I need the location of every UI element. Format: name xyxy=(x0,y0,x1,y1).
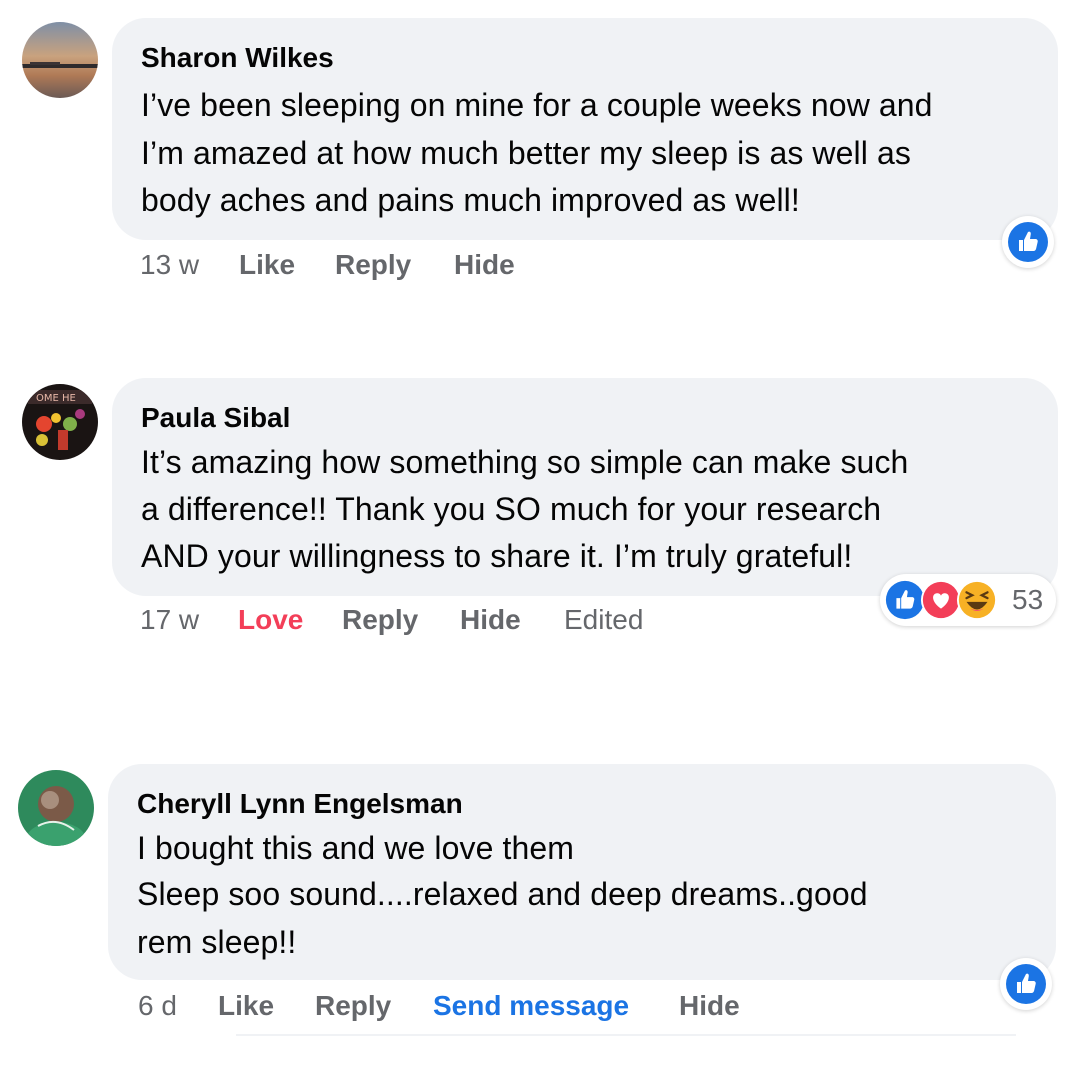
love-button[interactable]: Love xyxy=(238,604,303,636)
comment-author[interactable]: Sharon Wilkes xyxy=(141,42,334,74)
comment-text-line: a difference!! Thank you SO much for you… xyxy=(141,491,882,527)
avatar[interactable] xyxy=(22,22,98,98)
hide-button[interactable]: Hide xyxy=(460,604,521,636)
comment-text-line: I bought this and we love them xyxy=(137,830,575,866)
reply-button[interactable]: Reply xyxy=(335,249,411,281)
comment-text-line: I’ve been sleeping on mine for a couple … xyxy=(141,87,933,123)
hide-button[interactable]: Hide xyxy=(679,990,740,1022)
divider xyxy=(236,1034,1016,1036)
comment-actions: 13 w Like Reply Hide xyxy=(0,249,1080,289)
comment-author[interactable]: Paula Sibal xyxy=(141,402,290,434)
send-message-button[interactable]: Send message xyxy=(433,990,629,1022)
comment-text-line: rem sleep!! xyxy=(137,924,297,960)
reply-button[interactable]: Reply xyxy=(342,604,418,636)
svg-text:OME HE: OME HE xyxy=(36,393,76,404)
comment-text-line: body aches and pains much improved as we… xyxy=(141,182,800,218)
comment-timestamp[interactable]: 17 w xyxy=(140,604,199,636)
reply-button[interactable]: Reply xyxy=(315,990,391,1022)
comment-author[interactable]: Cheryll Lynn Engelsman xyxy=(137,788,463,820)
hide-button[interactable]: Hide xyxy=(454,249,515,281)
like-button[interactable]: Like xyxy=(218,990,274,1022)
avatar[interactable]: OME HE xyxy=(22,384,98,460)
comment-timestamp[interactable]: 6 d xyxy=(138,990,177,1022)
edited-label[interactable]: Edited xyxy=(564,604,643,636)
comment-text-line: It’s amazing how something so simple can… xyxy=(141,444,909,480)
avatar[interactable] xyxy=(18,770,94,846)
comment-text-line: Sleep soo sound....relaxed and deep drea… xyxy=(137,876,868,912)
comment-actions: 17 w Love Reply Hide Edited xyxy=(0,604,1080,644)
like-button[interactable]: Like xyxy=(239,249,295,281)
comment-timestamp[interactable]: 13 w xyxy=(140,249,199,281)
comment-text-line: AND your willingness to share it. I’m tr… xyxy=(141,538,853,574)
comment-actions: 6 d Like Reply Send message Hide xyxy=(0,990,1080,1030)
comment-text-line: I’m amazed at how much better my sleep i… xyxy=(141,135,911,171)
